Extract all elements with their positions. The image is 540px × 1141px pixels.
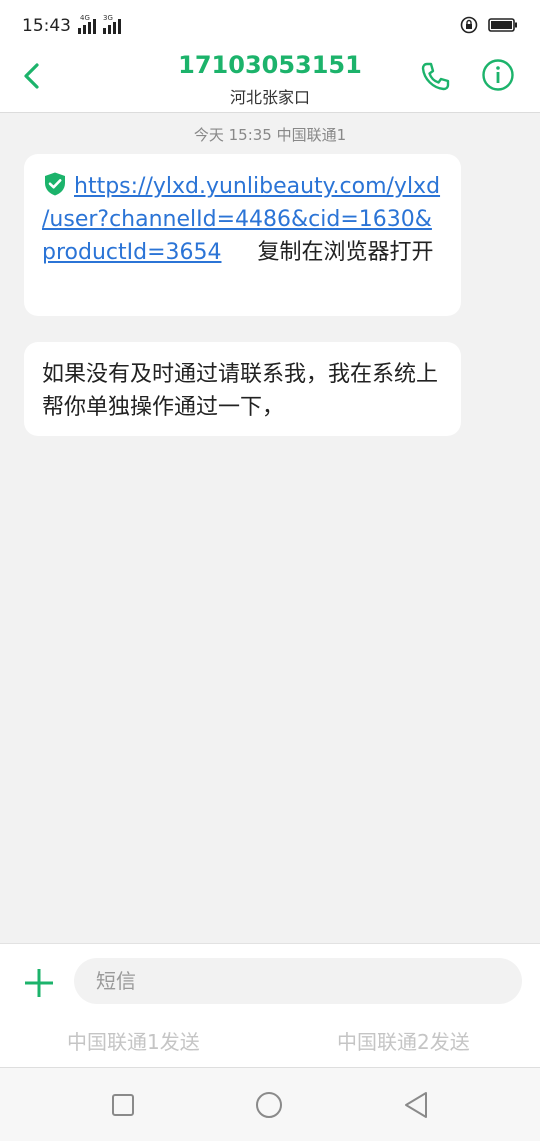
send-sim2-button[interactable]: 中国联通2发送	[337, 1026, 470, 1055]
home-icon[interactable]	[254, 1090, 284, 1120]
recent-apps-icon[interactable]	[108, 1090, 138, 1120]
rotation-lock-icon	[460, 16, 478, 34]
verified-shield-icon	[45, 172, 65, 196]
message-bubble: 如果没有及时通过请联系我，我在系统上帮你单独操作通过一下，	[24, 342, 461, 436]
message-text: 如果没有及时通过请联系我，我在系统上帮你单独操作通过一下，	[42, 362, 439, 420]
message-text: 复制在浏览器打开	[257, 240, 434, 265]
send-sim1-button[interactable]: 中国联通1发送	[67, 1026, 200, 1055]
message-bubble: https://ylxd.yunlibeauty.com/ylxd /user?…	[24, 154, 461, 316]
navigation-bar	[0, 1067, 540, 1141]
plus-icon[interactable]	[22, 966, 56, 1000]
message-link[interactable]: productId=3654	[42, 240, 222, 265]
message-input[interactable]: 短信	[74, 958, 522, 1004]
message-timestamp: 今天 15:35 中国联通1	[193, 126, 347, 144]
conversation-header: 17103053151 河北张家口	[0, 51, 540, 112]
signal-icon: 3G	[103, 14, 121, 34]
signal-type-label: 3G	[103, 14, 113, 22]
message-link[interactable]: https://ylxd.yunlibeauty.com/ylxd	[74, 174, 440, 199]
status-time: 15:43	[22, 16, 71, 36]
contact-number: 17103053151	[178, 51, 362, 79]
status-icons	[460, 16, 518, 34]
signal-icon: 4G	[78, 14, 96, 34]
back-triangle-icon[interactable]	[401, 1090, 431, 1120]
signal-type-label: 4G	[80, 14, 90, 22]
info-icon[interactable]	[481, 58, 515, 92]
top-area: 15:43 4G 3G 17103053151 河北张家口	[0, 0, 540, 113]
contact-location: 河北张家口	[229, 88, 310, 107]
battery-icon	[488, 18, 517, 32]
phone-icon[interactable]	[418, 60, 452, 94]
status-bar: 15:43 4G 3G	[0, 0, 540, 54]
message-link[interactable]: /user?channelId=4486&cid=1630&	[42, 207, 432, 232]
composer: 短信 中国联通1发送 中国联通2发送	[0, 943, 540, 1068]
